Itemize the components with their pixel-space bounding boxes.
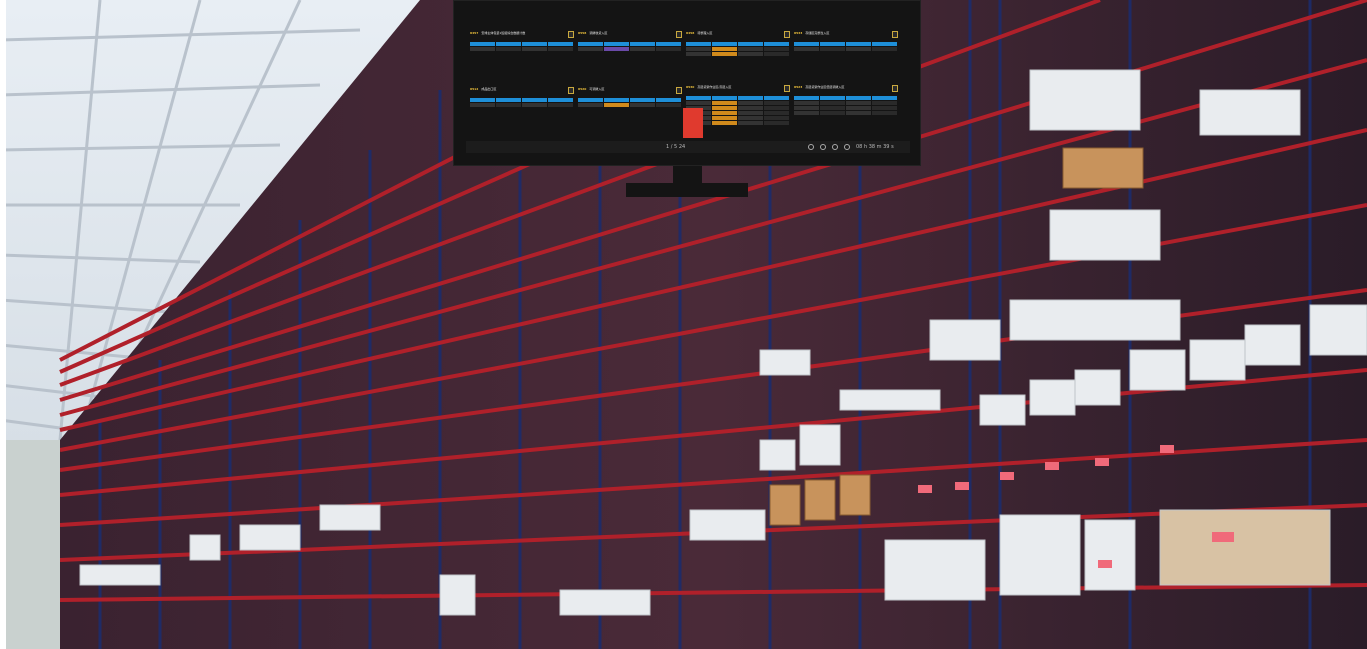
card-table xyxy=(794,42,898,51)
card-id: 8533 xyxy=(794,31,803,35)
dashboard-card: 8523 高层货架作业区低层调拨入区 xyxy=(794,85,898,116)
clock: 08 h 38 m 39 s xyxy=(856,144,894,150)
card-title: 成品出口区 xyxy=(481,87,497,91)
dashboard-card: 8457 安排主体包装1班组综合数据计数 xyxy=(470,31,574,52)
card-title: 高层货架作业区低层调拨入区 xyxy=(805,85,845,89)
card-id: 8523 xyxy=(794,85,803,89)
card-table xyxy=(686,42,790,56)
monitor-base xyxy=(626,183,748,197)
card-title: 存储区完整性入区 xyxy=(805,31,830,35)
dashboard-card: 8558 调拨收货入区 xyxy=(578,31,682,52)
card-table xyxy=(578,42,682,51)
dashboard-grid: 8457 安排主体包装1班组综合数据计数 8558 调拨收货入区 8458 待整… xyxy=(466,1,910,140)
document-icon[interactable] xyxy=(676,87,682,94)
circle-icon[interactable] xyxy=(820,144,826,150)
card-id: 8558 xyxy=(578,31,587,35)
wall-monitor: 8457 安排主体包装1班组综合数据计数 8558 调拨收货入区 8458 待整… xyxy=(453,0,921,166)
card-table xyxy=(794,96,898,115)
alert-indicator xyxy=(683,108,703,138)
dashboard-card: 8458 待整理入区 xyxy=(686,31,790,57)
document-icon[interactable] xyxy=(784,31,790,38)
card-title: 调拨收货入区 xyxy=(589,31,608,35)
dashboard-card: 8520 可调拨入区 xyxy=(578,87,682,108)
card-title: 安排主体包装1班组综合数据计数 xyxy=(481,31,526,35)
document-icon[interactable] xyxy=(892,85,898,92)
monitor-status-bar: 1 / 5 24 08 h 38 m 39 s xyxy=(466,141,910,153)
circle-icon[interactable] xyxy=(832,144,838,150)
card-table xyxy=(578,98,682,107)
page-indicator: 1 / 5 24 xyxy=(666,144,686,150)
card-title: 可调拨入区 xyxy=(589,87,605,91)
power-icon[interactable] xyxy=(844,144,850,150)
side-wall xyxy=(5,440,60,649)
settings-icon[interactable] xyxy=(808,144,814,150)
document-icon[interactable] xyxy=(676,31,682,38)
card-id: 8530 xyxy=(686,85,695,89)
card-id: 8458 xyxy=(686,31,695,35)
dashboard-card: 8533 存储区完整性入区 xyxy=(794,31,898,52)
card-table xyxy=(470,98,574,107)
card-id: 8520 xyxy=(578,87,587,91)
card-id: 8457 xyxy=(470,31,479,35)
card-table xyxy=(470,42,574,51)
document-icon[interactable] xyxy=(568,87,574,94)
document-icon[interactable] xyxy=(784,85,790,92)
card-title: 高层货架作业区/高层入区 xyxy=(697,85,732,89)
document-icon[interactable] xyxy=(892,31,898,38)
card-id: 8512 xyxy=(470,87,479,91)
status-icons xyxy=(808,144,850,150)
dashboard-card: 8512 成品出口区 xyxy=(470,87,574,108)
card-title: 待整理入区 xyxy=(697,31,713,35)
document-icon[interactable] xyxy=(568,31,574,38)
photo-frame-left xyxy=(0,0,6,649)
